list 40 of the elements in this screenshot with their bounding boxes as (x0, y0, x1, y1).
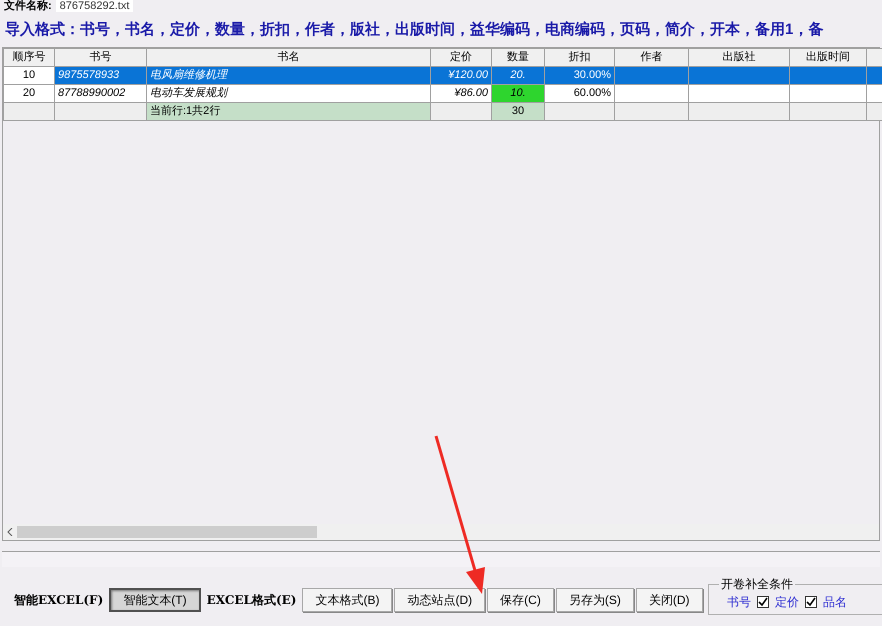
condition-label: 品名 (823, 594, 847, 611)
summary-cell: 当前行:1共2行 (146, 102, 430, 120)
column-header[interactable]: 折扣 (544, 48, 614, 66)
column-header[interactable]: 书号 (54, 48, 146, 66)
table-cell: ¥120.00 (430, 66, 492, 84)
checkbox[interactable] (805, 596, 817, 608)
column-header[interactable]: 定价 (430, 48, 492, 66)
table-cell: 20 (4, 84, 54, 102)
column-header[interactable]: 书名 (146, 48, 430, 66)
column-header[interactable]: 顺序号 (4, 48, 54, 66)
import-format-text: 导入格式：书号，书名，定价，数量，折扣，作者，版社，出版时间，益华编码，电商编码，页码，简介，开本，备用1，备 (5, 20, 824, 40)
file-name-field[interactable]: 876758292.txt (56, 0, 134, 12)
table-cell: 9875578933 (54, 66, 146, 84)
column-header[interactable]: 作者 (614, 48, 688, 66)
table-cell: 电动车发展规划 (146, 84, 430, 102)
scrollbar-thumb[interactable] (17, 526, 317, 538)
toolbar-button[interactable]: 另存为(S) (556, 588, 634, 612)
format-label[interactable]: 智能EXCEL(F) (10, 588, 108, 612)
toolbar-button[interactable]: 文本格式(B) (302, 588, 392, 612)
table-cell: 电风扇维修机理 (146, 66, 430, 84)
column-header[interactable]: 出版时间 (790, 48, 866, 66)
table-cell: 10. (492, 84, 544, 102)
format-label[interactable]: EXCEL格式(E) (202, 588, 300, 612)
table-cell: 60.00% (544, 84, 614, 102)
table-cell: 30.00% (544, 66, 614, 84)
condition-label: 书号 (727, 594, 751, 611)
toolbar-button[interactable]: 动态站点(D) (394, 588, 486, 612)
checkbox[interactable] (757, 596, 769, 608)
total-quantity-cell: 30 (492, 102, 544, 120)
condition-label: 定价 (775, 594, 799, 611)
toolbar-button[interactable]: 保存(C) (487, 588, 554, 612)
toolbar-button[interactable]: 关闭(D) (636, 588, 702, 612)
table-cell: 87788990002 (54, 84, 146, 102)
column-header[interactable]: 出版社 (688, 48, 790, 66)
table-cell: ¥86.00 (430, 84, 492, 102)
table-cell: 20. (492, 66, 544, 84)
conditions-group: 开卷补全条件 书号 定价 品名 (708, 575, 882, 615)
toolbar-button[interactable]: 智能文本(T) (109, 588, 201, 612)
column-header[interactable]: 数量 (492, 48, 544, 66)
table-cell: 10 (4, 66, 54, 84)
